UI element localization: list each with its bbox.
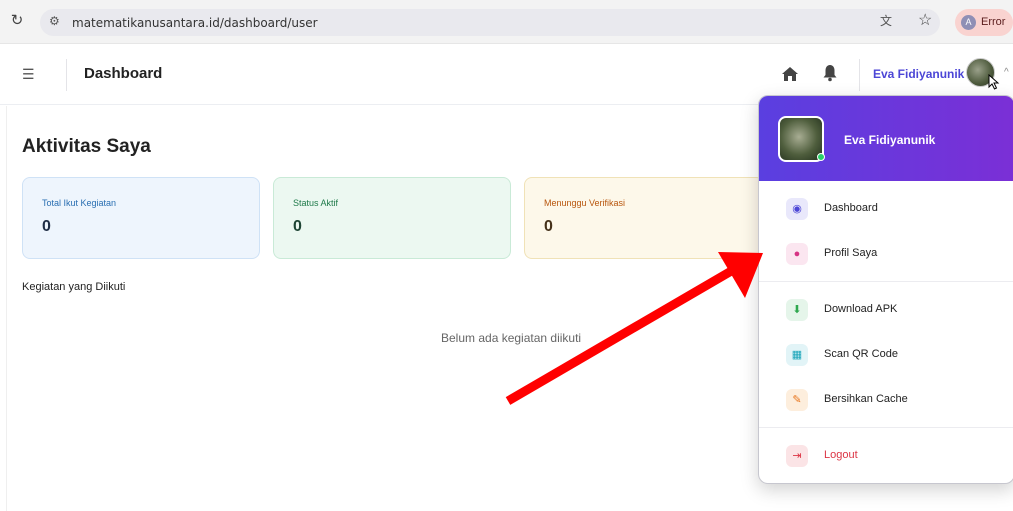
menu-divider	[759, 281, 1013, 282]
menu-item-label: Bersihkan Cache	[824, 393, 908, 405]
notification-bell-icon[interactable]	[822, 64, 838, 82]
qrcode-icon: ▦	[786, 344, 808, 366]
activities-heading: Kegiatan yang Diikuti	[22, 281, 126, 293]
menu-item-dashboard[interactable]: ◉ Dashboard	[759, 189, 1013, 229]
online-status-dot	[817, 153, 825, 161]
user-icon: ●	[786, 243, 808, 265]
menu-item-scan-qr[interactable]: ▦ Scan QR Code	[759, 335, 1013, 375]
header-divider	[859, 59, 860, 91]
sidebar-toggle-icon[interactable]: ☰	[22, 66, 35, 83]
logout-icon: ⇥	[786, 445, 808, 467]
menu-item-logout[interactable]: ⇥ Logout	[759, 436, 1013, 476]
dropdown-header: Eva Fidiyanunik	[759, 96, 1013, 181]
menu-item-download-apk[interactable]: ⬇ Download APK	[759, 290, 1013, 330]
page-title: Dashboard	[84, 65, 163, 82]
home-icon[interactable]	[781, 65, 799, 83]
broom-icon: ✎	[786, 389, 808, 411]
reload-icon[interactable]: ↻	[8, 12, 26, 30]
menu-item-label: Dashboard	[824, 202, 878, 214]
profile-status-label: Error	[981, 16, 1006, 28]
user-dropdown-menu: Eva Fidiyanunik ◉ Dashboard ● Profil Say…	[758, 95, 1013, 484]
mouse-cursor-icon	[988, 74, 1000, 90]
empty-state-text: Belum ada kegiatan diikuti	[441, 331, 582, 345]
menu-item-label: Profil Saya	[824, 247, 878, 259]
translate-icon[interactable]: 文	[880, 12, 896, 28]
stat-card-active: Status Aktif 0	[273, 177, 511, 259]
menu-item-label: Scan QR Code	[824, 348, 898, 360]
section-title: Aktivitas Saya	[22, 136, 151, 157]
stat-card-total: Total Ikut Kegiatan 0	[22, 177, 260, 259]
stat-card-pending: Menunggu Verifikasi 0	[524, 177, 764, 259]
stat-label: Menunggu Verifikasi	[544, 198, 626, 208]
menu-item-label: Download APK	[824, 303, 898, 315]
chevron-up-icon[interactable]: ^	[1004, 67, 1009, 78]
stat-label: Total Ikut Kegiatan	[42, 198, 117, 208]
download-icon: ⬇	[786, 299, 808, 321]
header-user-name[interactable]: Eva Fidiyanunik	[873, 67, 964, 81]
bookmark-star-icon[interactable]: ☆	[918, 10, 932, 30]
menu-divider	[759, 427, 1013, 428]
menu-item-profile[interactable]: ● Profil Saya	[759, 234, 1013, 274]
header-divider	[66, 59, 67, 91]
profile-avatar: A	[961, 15, 976, 30]
dashboard-icon: ◉	[786, 198, 808, 220]
stat-value: 0	[544, 218, 553, 235]
address-bar[interactable]: ⚙ matematikanusantara.id/dashboard/user	[40, 9, 940, 36]
content-border	[6, 106, 7, 511]
dropdown-user-name: Eva Fidiyanunik	[844, 133, 936, 147]
profile-error-button[interactable]: A Error	[955, 9, 1013, 36]
stat-value: 0	[42, 218, 51, 235]
menu-item-clear-cache[interactable]: ✎ Bersihkan Cache	[759, 380, 1013, 420]
stat-value: 0	[293, 218, 302, 235]
browser-toolbar: ↻ ⚙ matematikanusantara.id/dashboard/use…	[0, 0, 1013, 44]
url-text[interactable]: matematikanusantara.id/dashboard/user	[72, 16, 318, 30]
stat-label: Status Aktif	[293, 198, 339, 208]
menu-item-label: Logout	[824, 449, 858, 461]
site-info-icon[interactable]: ⚙	[49, 14, 60, 28]
